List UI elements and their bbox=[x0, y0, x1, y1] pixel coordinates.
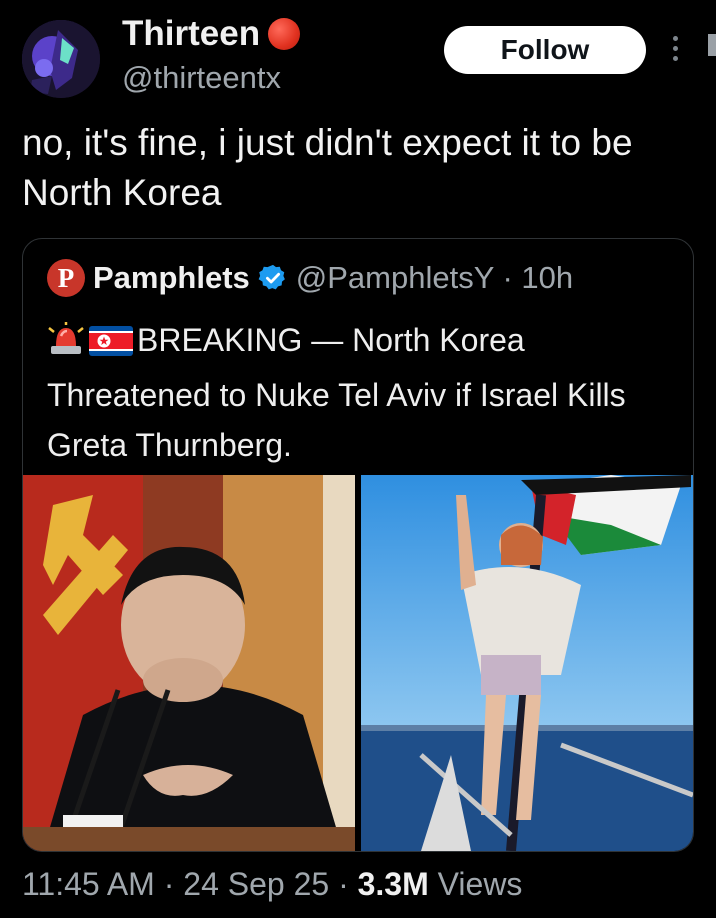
footer-separator: · bbox=[329, 866, 358, 902]
media-grid bbox=[23, 475, 693, 851]
quoted-time[interactable]: 10h bbox=[521, 260, 573, 295]
quoted-tweet-text: BREAKING — North Korea Threatened to Nuk… bbox=[47, 322, 626, 463]
scrollbar-edge bbox=[708, 34, 716, 56]
avatar-art bbox=[22, 20, 100, 98]
rotating-light-icon bbox=[47, 320, 85, 370]
views-count[interactable]: 3.3M bbox=[358, 866, 429, 902]
north-korea-flag-icon bbox=[89, 320, 133, 370]
quoted-tweet-card[interactable]: P Pamphlets @PamphletsY · 10h BREAKING —… bbox=[22, 238, 694, 852]
views-label: Views bbox=[428, 866, 523, 902]
media-image-right[interactable] bbox=[361, 475, 693, 851]
verified-badge-icon bbox=[258, 264, 285, 290]
footer-separator: · bbox=[154, 866, 184, 902]
tweet-time[interactable]: 11:45 AM bbox=[22, 866, 155, 902]
quoted-author-handle[interactable]: @PamphletsY bbox=[296, 260, 494, 295]
follow-button[interactable]: Follow bbox=[444, 26, 646, 74]
author-name[interactable]: Thirteen bbox=[122, 14, 260, 54]
tweet-text: no, it's fine, i just didn't expect it t… bbox=[22, 122, 633, 213]
media-image-left[interactable] bbox=[23, 475, 355, 851]
author-name-row: Thirteen bbox=[122, 14, 301, 54]
quoted-tweet-body: BREAKING — North Korea Threatened to Nuk… bbox=[47, 315, 677, 470]
author-avatar[interactable] bbox=[22, 20, 100, 98]
red-circle-icon bbox=[268, 18, 301, 50]
author-handle[interactable]: @thirteentx bbox=[122, 60, 281, 96]
quoted-author-name[interactable]: Pamphlets bbox=[93, 260, 250, 296]
quoted-tweet-header: P Pamphlets @PamphletsY · 10h bbox=[47, 259, 573, 297]
tweet-date[interactable]: 24 Sep 25 bbox=[183, 866, 329, 902]
more-options-icon[interactable] bbox=[668, 36, 682, 66]
tweet-footer: 11:45 AM · 24 Sep 25 · 3.3M Views bbox=[22, 866, 522, 903]
pamphlets-logo-icon: P bbox=[47, 259, 85, 297]
meta-separator: · bbox=[493, 260, 522, 295]
